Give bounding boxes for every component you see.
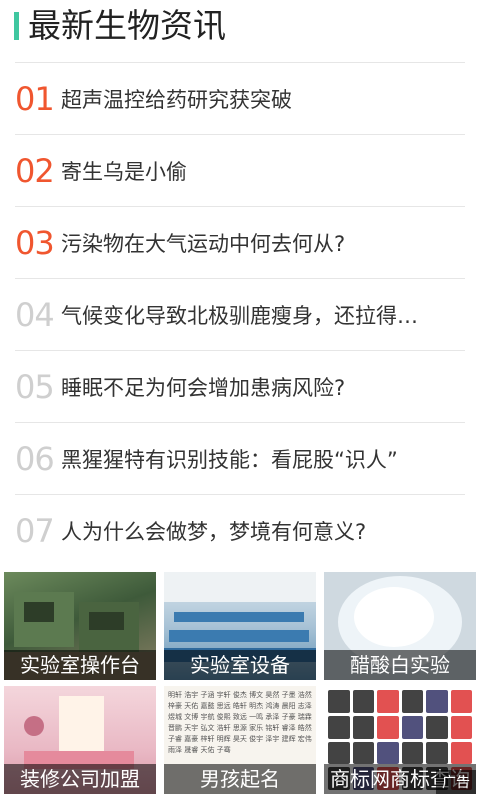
- rank-number: 05: [15, 367, 55, 406]
- ad-tile[interactable]: 实验室设备: [164, 572, 316, 680]
- news-item[interactable]: 06 黑猩猩特有识别技能：看屁股“识人”: [15, 423, 465, 495]
- news-title[interactable]: 超声温控给药研究获突破: [61, 84, 292, 114]
- ad-tile[interactable]: 装修公司加盟: [4, 686, 156, 794]
- ad-badge[interactable]: 广告: [436, 770, 476, 794]
- section-title: 最新生物资讯: [28, 6, 226, 45]
- ad-grid: 实验室操作台 实验室设备 醋酸白实验 装修公司加盟 明轩 浩宇 子涵 宇轩 俊杰…: [0, 568, 480, 800]
- rank-number: 03: [15, 223, 55, 262]
- tile-label: 实验室操作台: [4, 650, 156, 680]
- ad-tile[interactable]: 实验室操作台: [4, 572, 156, 680]
- news-list: 01 超声温控给药研究获突破 02 寄生乌是小偷 03 污染物在大气运动中何去何…: [15, 62, 465, 566]
- news-item[interactable]: 02 寄生乌是小偷: [15, 135, 465, 207]
- news-item[interactable]: 04 气候变化导致北极驯鹿瘦身，还拉得…: [15, 279, 465, 351]
- tile-label: 装修公司加盟: [4, 764, 156, 794]
- tile-label: 实验室设备: [164, 650, 316, 680]
- news-title[interactable]: 气候变化导致北极驯鹿瘦身，还拉得…: [61, 300, 418, 330]
- rank-number: 04: [15, 295, 55, 334]
- rank-number: 01: [15, 79, 55, 118]
- rank-number: 06: [15, 439, 55, 478]
- rank-number: 02: [15, 151, 55, 190]
- tile-label: 醋酸白实验: [324, 650, 476, 680]
- news-item[interactable]: 03 污染物在大气运动中何去何从?: [15, 207, 465, 279]
- news-item[interactable]: 05 睡眠不足为何会增加患病风险?: [15, 351, 465, 423]
- rank-number: 07: [15, 511, 55, 550]
- news-item[interactable]: 01 超声温控给药研究获突破: [15, 63, 465, 135]
- news-title[interactable]: 寄生乌是小偷: [61, 156, 187, 186]
- ad-tile[interactable]: 商标网商标查询 广告: [324, 686, 476, 794]
- section-header: 最新生物资讯: [0, 0, 480, 62]
- news-title[interactable]: 睡眠不足为何会增加患病风险?: [61, 372, 345, 402]
- news-title[interactable]: 黑猩猩特有识别技能：看屁股“识人”: [61, 444, 398, 474]
- news-title[interactable]: 污染物在大气运动中何去何从?: [61, 228, 345, 258]
- accent-bar: [14, 12, 19, 40]
- news-item[interactable]: 07 人为什么会做梦，梦境有何意义?: [15, 495, 465, 566]
- ad-tile[interactable]: 明轩 浩宇 子涵 宇轩 俊杰 博文 昊然 子墨 浩然 梓豪 天佑 嘉懿 思远 皓…: [164, 686, 316, 794]
- tile-label: 男孩起名: [164, 764, 316, 794]
- ad-tile[interactable]: 醋酸白实验: [324, 572, 476, 680]
- news-title[interactable]: 人为什么会做梦，梦境有何意义?: [61, 516, 366, 546]
